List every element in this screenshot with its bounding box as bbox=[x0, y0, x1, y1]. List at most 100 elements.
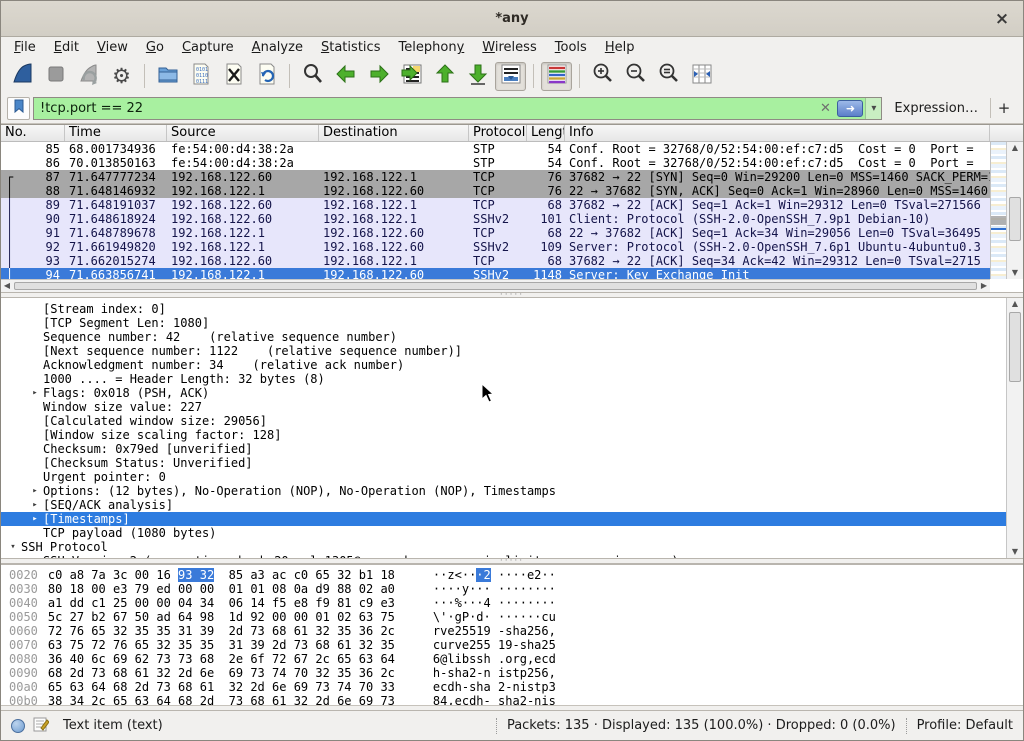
restart-capture-button[interactable] bbox=[73, 62, 104, 91]
expand-arrow-icon[interactable]: ▸ bbox=[27, 484, 43, 498]
packet-row-87[interactable]: ┌8771.647777234192.168.122.60192.168.122… bbox=[1, 170, 990, 184]
go-forward-button[interactable] bbox=[363, 62, 394, 91]
scroll-up-icon[interactable]: ▲ bbox=[1012, 142, 1018, 154]
save-file-button[interactable]: 010101100111 bbox=[185, 62, 216, 91]
column-header-destination[interactable]: Destination bbox=[319, 125, 469, 141]
packet-row-93[interactable]: │9371.662015274192.168.122.60192.168.122… bbox=[1, 254, 990, 268]
detail-line[interactable]: Acknowledgment number: 34 (relative ack … bbox=[1, 358, 1006, 372]
detail-line[interactable]: ▸[Timestamps] bbox=[1, 512, 1006, 526]
go-back-button[interactable] bbox=[330, 62, 361, 91]
zoom-out-button[interactable] bbox=[620, 62, 651, 91]
filter-clear-icon[interactable]: ✕ bbox=[815, 101, 835, 116]
packet-list-vscrollbar[interactable]: ▲ ▼ bbox=[1006, 142, 1023, 279]
filter-dropdown-icon[interactable]: ▾ bbox=[865, 98, 881, 119]
hex-row-0030[interactable]: 003080 18 00 e3 79 ed 00 00 01 01 08 0a … bbox=[1, 582, 1023, 596]
menu-wireless[interactable]: Wireless bbox=[473, 38, 545, 57]
packet-row-86[interactable]: 8670.013850163fe:54:00:d4:38:2aSTP54Conf… bbox=[1, 156, 990, 170]
menu-statistics[interactable]: Statistics bbox=[312, 38, 390, 57]
expand-arrow-icon[interactable]: ▾ bbox=[5, 540, 21, 554]
scroll-thumb[interactable] bbox=[1009, 312, 1021, 382]
hex-row-0040[interactable]: 0040a1 dd c1 25 00 00 04 34 06 14 f5 e8 … bbox=[1, 596, 1023, 610]
detail-line[interactable]: [Calculated window size: 29056] bbox=[1, 414, 1006, 428]
open-file-button[interactable] bbox=[152, 62, 183, 91]
zoom-in-button[interactable] bbox=[587, 62, 618, 91]
menu-tools[interactable]: Tools bbox=[546, 38, 596, 57]
hex-row-0090[interactable]: 009068 2d 73 68 61 32 2d 6e 69 73 74 70 … bbox=[1, 666, 1023, 680]
column-header-time[interactable]: Time bbox=[65, 125, 167, 141]
column-header-info[interactable]: Info bbox=[565, 125, 990, 141]
auto-scroll-button[interactable] bbox=[495, 62, 526, 91]
stop-capture-button[interactable] bbox=[40, 62, 71, 91]
menu-analyze[interactable]: Analyze bbox=[243, 38, 312, 57]
hex-row-0080[interactable]: 008036 40 6c 69 62 73 73 68 2e 6f 72 67 … bbox=[1, 652, 1023, 666]
details-vscrollbar[interactable]: ▲ ▼ bbox=[1006, 298, 1023, 558]
column-header-no[interactable]: No. bbox=[1, 125, 65, 141]
expand-arrow-icon[interactable]: ▸ bbox=[27, 512, 43, 526]
zoom-original-button[interactable] bbox=[653, 62, 684, 91]
hex-row-0050[interactable]: 00505c 27 b2 67 50 ad 64 98 1d 92 00 00 … bbox=[1, 610, 1023, 624]
menu-telephony[interactable]: Telephony bbox=[389, 38, 473, 57]
menu-file[interactable]: File bbox=[5, 38, 45, 57]
scroll-thumb[interactable] bbox=[14, 282, 977, 290]
scroll-up-icon[interactable]: ▲ bbox=[1012, 298, 1018, 310]
detail-line[interactable]: [Next sequence number: 1122 (relative se… bbox=[1, 344, 1006, 358]
expand-arrow-icon[interactable]: ▸ bbox=[27, 498, 43, 512]
column-header-protocol[interactable]: Protocol bbox=[469, 125, 527, 141]
packet-bytes-pane[interactable]: 0020c0 a8 7a 3c 00 16 93 32 85 a3 ac c0 … bbox=[1, 564, 1023, 706]
packet-row-92[interactable]: │9271.661949820192.168.122.1192.168.122.… bbox=[1, 240, 990, 254]
detail-line[interactable]: ▸[SEQ/ACK analysis] bbox=[1, 498, 1006, 512]
profile-button[interactable]: Profile: Default bbox=[917, 718, 1023, 733]
go-to-bottom-button[interactable] bbox=[462, 62, 493, 91]
hex-row-0020[interactable]: 0020c0 a8 7a 3c 00 16 93 32 85 a3 ac c0 … bbox=[1, 568, 1023, 582]
hex-row-00a0[interactable]: 00a065 63 64 68 2d 73 68 61 32 2d 6e 69 … bbox=[1, 680, 1023, 694]
go-to-packet-button[interactable] bbox=[396, 62, 427, 91]
start-capture-button[interactable] bbox=[7, 62, 38, 91]
reload-file-button[interactable] bbox=[251, 62, 282, 91]
menu-capture[interactable]: Capture bbox=[173, 38, 243, 57]
capture-options-button[interactable]: ⚙ bbox=[106, 62, 137, 91]
detail-line[interactable]: Sequence number: 42 (relative sequence n… bbox=[1, 330, 1006, 344]
packet-row-88[interactable]: │8871.648146932192.168.122.1192.168.122.… bbox=[1, 184, 990, 198]
filter-bookmark-button[interactable] bbox=[7, 97, 30, 120]
scroll-down-icon[interactable]: ▼ bbox=[1012, 267, 1018, 279]
expand-arrow-icon[interactable]: ▸ bbox=[27, 554, 43, 558]
intelligent-scrollbar-minimap[interactable] bbox=[990, 142, 1006, 279]
column-header-source[interactable]: Source bbox=[167, 125, 319, 141]
packet-row-89[interactable]: │8971.648191037192.168.122.60192.168.122… bbox=[1, 198, 990, 212]
detail-line[interactable]: Urgent pointer: 0 bbox=[1, 470, 1006, 484]
scroll-thumb[interactable] bbox=[1009, 197, 1021, 241]
scroll-down-icon[interactable]: ▼ bbox=[1012, 546, 1018, 558]
find-packet-button[interactable] bbox=[297, 62, 328, 91]
scroll-left-icon[interactable]: ◀ bbox=[1, 280, 13, 292]
window-close-icon[interactable]: × bbox=[991, 8, 1013, 30]
detail-line[interactable]: ▸SSH Version 2 (encryption:chacha20-poly… bbox=[1, 554, 1006, 558]
menu-go[interactable]: Go bbox=[137, 38, 173, 57]
detail-line[interactable]: ▾SSH Protocol bbox=[1, 540, 1006, 554]
add-filter-button[interactable]: + bbox=[991, 99, 1017, 117]
close-file-button[interactable] bbox=[218, 62, 249, 91]
hex-row-0060[interactable]: 006072 76 65 32 35 35 31 39 2d 73 68 61 … bbox=[1, 624, 1023, 638]
packet-row-94[interactable]: │9471.663856741192.168.122.1192.168.122.… bbox=[1, 268, 990, 279]
packet-row-90[interactable]: │9071.648618924192.168.122.60192.168.122… bbox=[1, 212, 990, 226]
expert-info-icon[interactable] bbox=[11, 719, 25, 733]
detail-line[interactable]: [Window size scaling factor: 128] bbox=[1, 428, 1006, 442]
hex-row-00b0[interactable]: 00b038 34 2c 65 63 64 68 2d 73 68 61 32 … bbox=[1, 694, 1023, 706]
display-filter-input[interactable] bbox=[34, 98, 815, 119]
go-to-top-button[interactable] bbox=[429, 62, 460, 91]
packet-row-85[interactable]: 8568.001734936fe:54:00:d4:38:2aSTP54Conf… bbox=[1, 142, 990, 156]
expand-arrow-icon[interactable]: ▸ bbox=[27, 386, 43, 400]
packet-row-91[interactable]: │9171.648789678192.168.122.1192.168.122.… bbox=[1, 226, 990, 240]
capture-comment-icon[interactable] bbox=[33, 716, 49, 736]
filter-apply-button[interactable]: ➜ bbox=[837, 100, 863, 117]
detail-line[interactable]: TCP payload (1080 bytes) bbox=[1, 526, 1006, 540]
detail-line[interactable]: ▸Options: (12 bytes), No-Operation (NOP)… bbox=[1, 484, 1006, 498]
colorize-packets-button[interactable] bbox=[541, 62, 572, 91]
detail-line[interactable]: ▸Flags: 0x018 (PSH, ACK) bbox=[1, 386, 1006, 400]
resize-columns-button[interactable] bbox=[686, 62, 717, 91]
detail-line[interactable]: 1000 .... = Header Length: 32 bytes (8) bbox=[1, 372, 1006, 386]
expression-button[interactable]: Expression… bbox=[882, 101, 990, 116]
menu-help[interactable]: Help bbox=[596, 38, 644, 57]
detail-line[interactable]: Window size value: 227 bbox=[1, 400, 1006, 414]
column-header-length[interactable]: Length bbox=[527, 125, 565, 141]
scroll-right-icon[interactable]: ▶ bbox=[978, 280, 990, 292]
